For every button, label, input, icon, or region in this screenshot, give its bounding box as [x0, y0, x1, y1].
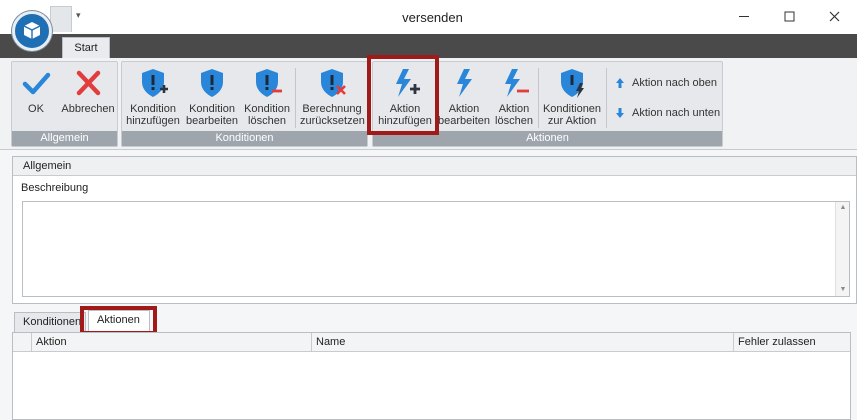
- edit-condition-button[interactable]: Kondition bearbeiten: [184, 65, 240, 131]
- description-label: Beschreibung: [21, 182, 89, 194]
- group-label-allgemein: Allgemein: [12, 131, 117, 146]
- cube-logo-icon: [23, 22, 41, 39]
- close-icon: [829, 11, 840, 22]
- main-content: Allgemein Beschreibung ▲ ▼ Konditionen A…: [0, 150, 857, 420]
- minimize-icon: [739, 16, 749, 17]
- group-separator: [538, 68, 539, 128]
- minimize-button[interactable]: [730, 6, 760, 28]
- highlight-add-action: [367, 55, 439, 135]
- delete-action-button[interactable]: Aktion löschen: [491, 65, 537, 131]
- grid-row-header-cell: [13, 333, 31, 352]
- cancel-label: Abbrechen: [61, 103, 115, 115]
- scroll-up-icon[interactable]: ▲: [836, 202, 850, 214]
- cancel-x-icon: [76, 70, 101, 96]
- window-edge: [857, 34, 865, 154]
- close-button[interactable]: [820, 6, 850, 28]
- tab-konditionen[interactable]: Konditionen: [14, 312, 86, 332]
- add-condition-button[interactable]: Kondition hinzufügen: [124, 65, 182, 131]
- column-header-fehler-zulassen[interactable]: Fehler zulassen: [733, 333, 850, 352]
- description-scrollbar[interactable]: ▲ ▼: [835, 202, 849, 296]
- general-panel: Allgemein Beschreibung ▲ ▼: [12, 156, 857, 304]
- column-header-name[interactable]: Name: [311, 333, 733, 352]
- title-bar: ▾ versenden: [0, 0, 865, 34]
- conditions-for-action-label-2: zur Aktion: [547, 115, 597, 127]
- delete-condition-label-2: löschen: [248, 115, 286, 127]
- shield-add-icon: [142, 69, 168, 97]
- group-separator: [295, 68, 296, 128]
- edit-action-label-2: bearbeiten: [438, 115, 490, 127]
- edit-action-button[interactable]: Aktion bearbeiten: [437, 65, 491, 131]
- reset-calculation-label-1: Berechnung: [302, 103, 362, 115]
- add-condition-label-2: hinzufügen: [126, 115, 180, 127]
- conditions-for-action-label-1: Konditionen: [542, 103, 602, 115]
- edit-action-label-1: Aktion: [448, 103, 480, 115]
- column-header-aktion[interactable]: Aktion: [31, 333, 311, 352]
- lightning-edit-icon: [457, 69, 472, 97]
- edit-condition-label-1: Kondition: [189, 103, 235, 115]
- cancel-button[interactable]: Abbrechen: [60, 65, 116, 131]
- shield-reset-icon: [321, 69, 346, 97]
- reset-calculation-label-2: zurücksetzen: [300, 115, 365, 127]
- shield-edit-icon: [201, 69, 223, 97]
- ribbon-group-allgemein: OK Abbrechen Allgemein: [11, 61, 118, 147]
- group-separator: [606, 68, 607, 128]
- actions-grid[interactable]: Aktion Name Fehler zulassen: [12, 332, 851, 420]
- reset-calculation-button[interactable]: Berechnung zurücksetzen: [300, 65, 365, 131]
- grid-header: Aktion Name Fehler zulassen: [13, 333, 850, 352]
- move-action-up-button[interactable]: Aktion nach oben: [613, 74, 717, 92]
- move-action-down-button[interactable]: Aktion nach unten: [613, 104, 720, 122]
- description-textarea[interactable]: [22, 201, 850, 297]
- move-action-up-label: Aktion nach oben: [632, 77, 718, 89]
- highlight-tab-aktionen: [80, 306, 157, 335]
- ok-label: OK: [28, 103, 44, 115]
- shield-lightning-icon: [561, 69, 584, 98]
- ok-button[interactable]: OK: [14, 65, 58, 131]
- delete-condition-button[interactable]: Kondition löschen: [242, 65, 292, 131]
- add-condition-label-1: Kondition: [130, 103, 176, 115]
- conditions-for-action-button[interactable]: Konditionen zur Aktion: [541, 65, 603, 131]
- ribbon: OK Abbrechen Allgemein Kondition hinzufü…: [0, 55, 857, 150]
- general-panel-header: Allgemein: [13, 157, 856, 176]
- delete-action-label-1: Aktion: [498, 103, 530, 115]
- arrow-down-icon: [616, 108, 624, 118]
- delete-action-label-2: löschen: [495, 115, 533, 127]
- shield-delete-icon: [256, 69, 282, 97]
- lightning-delete-icon: [505, 69, 529, 97]
- edit-condition-label-2: bearbeiten: [186, 115, 238, 127]
- checkmark-icon: [22, 72, 51, 95]
- scroll-down-icon[interactable]: ▼: [836, 284, 850, 296]
- app-menu-button[interactable]: [12, 11, 52, 51]
- group-label-konditionen: Konditionen: [122, 131, 367, 146]
- maximize-icon: [784, 11, 795, 22]
- arrow-up-icon: [616, 78, 624, 88]
- tab-start[interactable]: Start: [62, 37, 110, 59]
- maximize-button[interactable]: [775, 6, 805, 28]
- delete-condition-label-1: Kondition: [244, 103, 290, 115]
- ribbon-group-konditionen: Kondition hinzufügen Kondition bearbeite…: [121, 61, 368, 147]
- move-action-down-label: Aktion nach unten: [632, 107, 721, 119]
